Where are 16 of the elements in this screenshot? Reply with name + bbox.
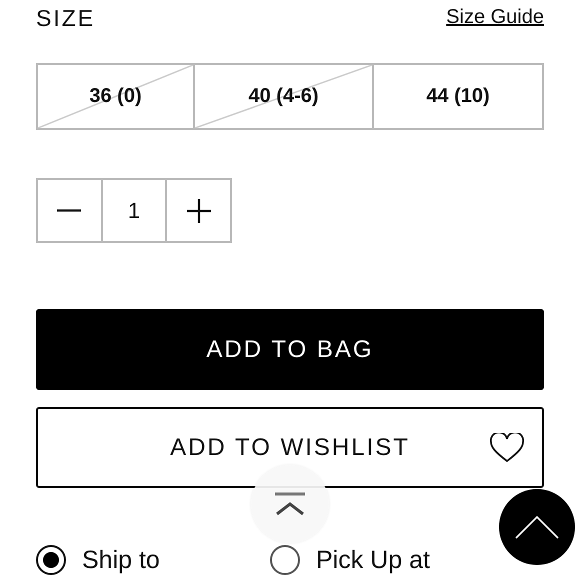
- size-guide-link[interactable]: Size Guide: [446, 4, 544, 30]
- minus-icon: [56, 209, 82, 212]
- option-label: Ship to: [82, 546, 160, 574]
- radio-button[interactable]: [270, 545, 300, 575]
- radio-button[interactable]: [36, 545, 66, 575]
- size-option[interactable]: 36 (0): [36, 63, 195, 130]
- size-option[interactable]: 44 (10): [372, 63, 544, 130]
- scroll-top-icon: [274, 492, 306, 516]
- section-heading: SIZE: [36, 4, 96, 32]
- heart-icon: [490, 432, 524, 462]
- add-to-wishlist-button[interactable]: ADD TO WISHLIST: [36, 407, 544, 488]
- size-option[interactable]: 40 (4-6): [193, 63, 374, 130]
- chevron-up-icon: [515, 515, 559, 539]
- plus-icon: [186, 198, 212, 224]
- add-to-bag-button[interactable]: ADD TO BAG: [36, 309, 544, 390]
- option-label: Pick Up at: [316, 546, 430, 574]
